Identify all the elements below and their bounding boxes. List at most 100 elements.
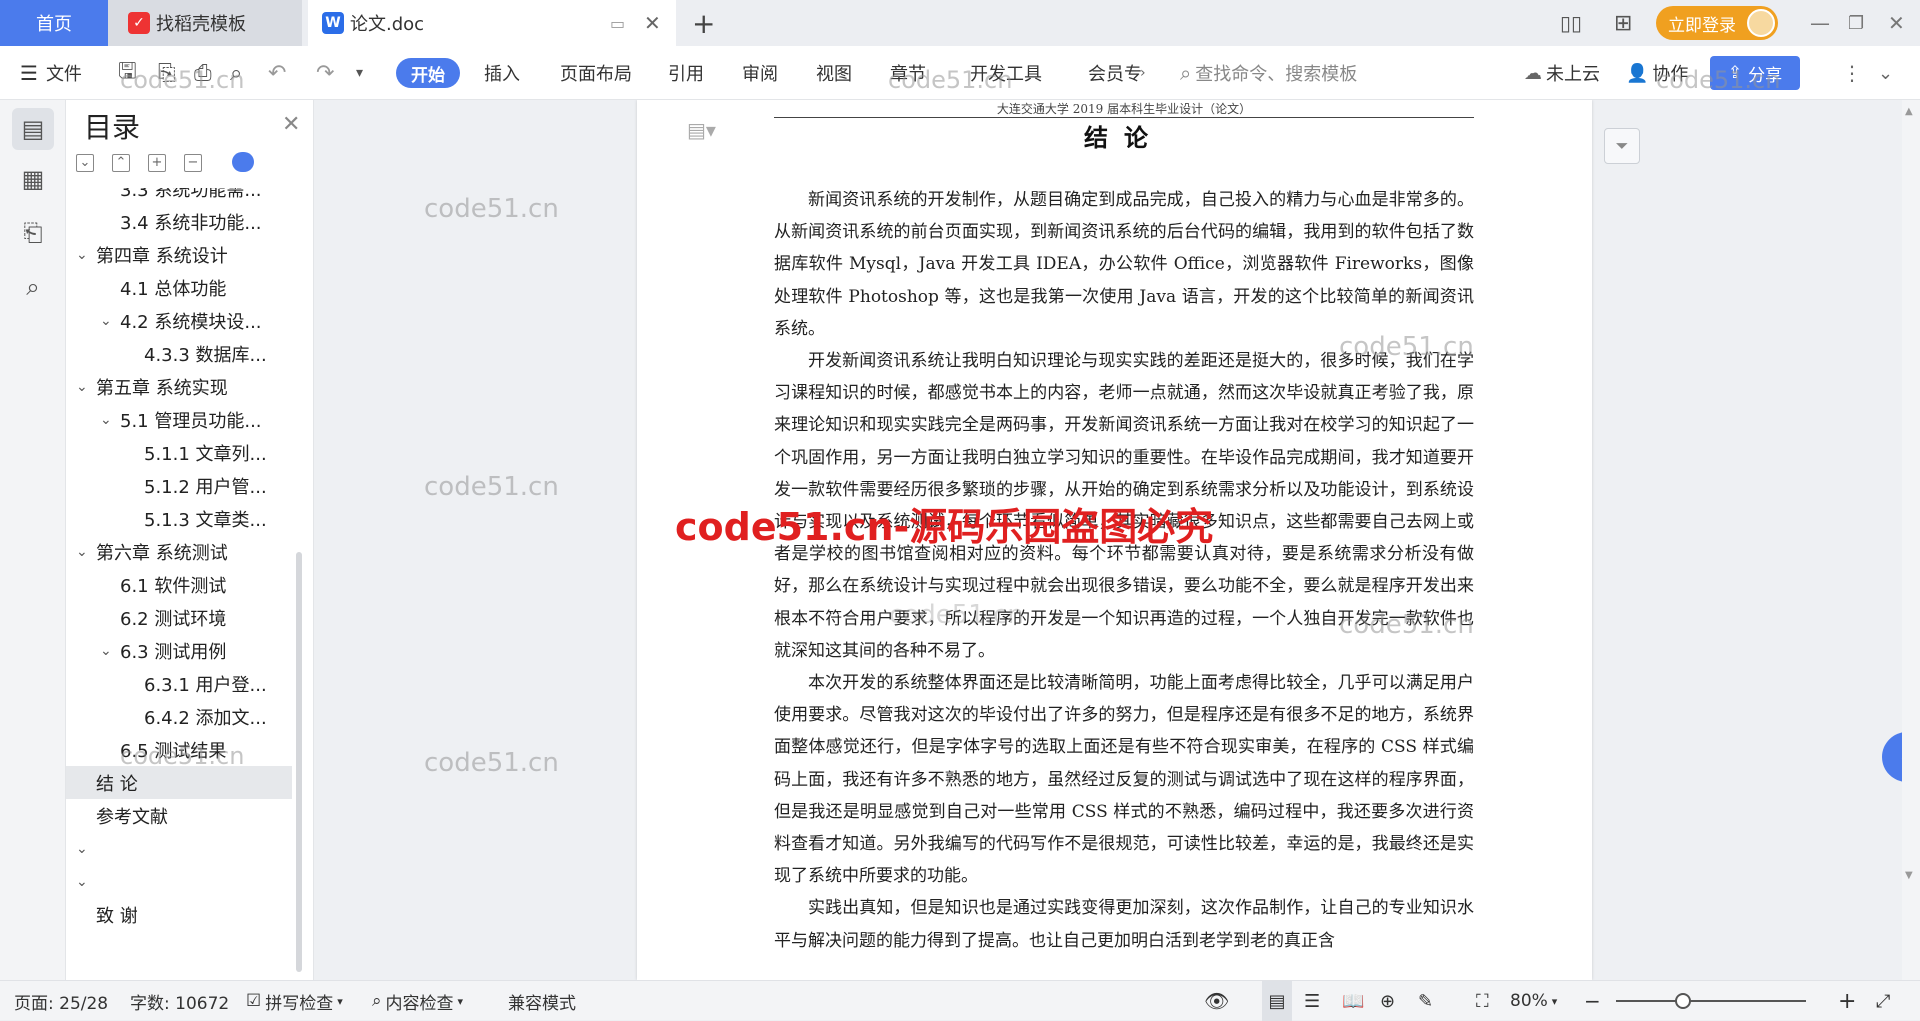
toc-panel-icon[interactable]: ▤ [12, 108, 54, 150]
tab-document[interactable]: W 论文.doc ▭ ✕ [308, 0, 676, 46]
new-tab-icon[interactable]: + [692, 0, 715, 46]
toc-item[interactable]: 5.1.1 文章列... [66, 436, 292, 469]
toc-title: 目录 [84, 111, 141, 144]
toc-item[interactable]: 6.2 测试环境 [66, 601, 292, 634]
toc-item[interactable]: ⌄ 第四章 系统设计 [66, 238, 292, 271]
search-placeholder: 查找命令、搜索模板 [1195, 64, 1358, 85]
add-heading-icon[interactable]: + [148, 154, 166, 172]
toc-item[interactable]: 3.4 系统非功能... [66, 205, 292, 238]
remove-heading-icon[interactable]: − [184, 154, 202, 172]
smart-toc-icon[interactable] [232, 152, 254, 172]
chevron-down-icon[interactable]: ⌄ [76, 544, 96, 560]
toc-item-label: 4.1 总体功能 [120, 278, 227, 300]
toc-item[interactable]: ⌄ 第六章 系统测试 [66, 535, 292, 568]
ribbon-tab-view[interactable]: 视图 [816, 46, 852, 100]
close-tab-icon[interactable]: ✕ [644, 11, 661, 35]
toc-item[interactable]: ⌄ 6.3 测试用例 [66, 634, 292, 667]
bookmark-icon[interactable]: ⎗ [12, 212, 54, 254]
toc-list: 3.3 系统功能需... 3.4 系统非功能... ⌄ 第四章 系统设计 4.1 总体功… [66, 188, 298, 980]
toc-item[interactable]: ⌄ [66, 832, 292, 865]
eye-protection-icon[interactable]: 👁 [1204, 981, 1229, 1021]
more-options-icon[interactable]: ⋮ [1842, 46, 1862, 100]
word-count[interactable]: 字数: 10672 [130, 981, 229, 1021]
outline-view-icon[interactable]: ☰ [1304, 981, 1320, 1021]
reading-view-icon[interactable]: 📖 [1342, 981, 1364, 1021]
scroll-down-icon[interactable]: ▼ [1905, 870, 1913, 881]
scroll-up-icon[interactable]: ▲ [1905, 106, 1913, 117]
chevron-down-icon[interactable]: ⌄ [76, 874, 96, 890]
ribbon-tab-start[interactable]: 开始 [396, 58, 460, 88]
toc-item[interactable]: 4.3.3 数据库... [66, 337, 292, 370]
redo-icon[interactable]: ↷ [316, 46, 334, 100]
toc-item[interactable]: 结 论 [66, 766, 292, 799]
zoom-level[interactable]: 80% ▾ [1510, 981, 1557, 1021]
page-indicator[interactable]: 页面: 25/28 [14, 981, 108, 1021]
expand-level-icon[interactable]: ⌃ [112, 154, 130, 172]
red-watermark: code51.cn-源码乐园盗图必究 [675, 505, 1214, 549]
web-view-icon[interactable]: ⊕ [1380, 981, 1395, 1021]
customize-toolbar-icon[interactable]: ▾ [356, 46, 363, 100]
toc-item[interactable]: 6.3.1 用户登... [66, 667, 292, 700]
toc-item[interactable]: 5.1.2 用户管... [66, 469, 292, 502]
cloud-status[interactable]: ☁ 未上云 [1524, 46, 1600, 100]
toc-item[interactable]: 6.1 软件测试 [66, 568, 292, 601]
toc-item-label: 6.2 测试环境 [120, 608, 227, 630]
chevron-down-icon[interactable]: ⌄ [76, 379, 96, 395]
apps-grid-icon[interactable]: ⊞ [1614, 0, 1632, 46]
layout-icon[interactable]: ▯▯ [1560, 0, 1582, 46]
ribbon-tab-member[interactable]: 会员专 [1088, 46, 1142, 100]
filter-toggle-icon[interactable]: ⏷ [1604, 128, 1640, 164]
page-options-icon[interactable]: ▤▾ [687, 118, 716, 142]
menu-file[interactable]: ☰ 文件 [20, 46, 82, 100]
chevron-down-icon[interactable]: ⌄ [76, 247, 96, 263]
ribbon-tab-insert[interactable]: 插入 [484, 46, 520, 100]
ribbon-tab-layout[interactable]: 页面布局 [560, 46, 632, 100]
command-search[interactable]: ⌕ 查找命令、搜索模板 [1180, 46, 1357, 100]
toc-item[interactable]: ⌄ 5.1 管理员功能... [66, 403, 292, 436]
toc-item[interactable]: 3.3 系统功能需... [66, 188, 292, 205]
close-window-icon[interactable]: ✕ [1888, 0, 1905, 46]
find-icon[interactable]: ⌕ [12, 266, 54, 308]
undo-icon[interactable]: ↶ [268, 46, 286, 100]
toc-item[interactable]: ⌄ [66, 865, 292, 898]
toc-item[interactable]: 参考文献 [66, 799, 292, 832]
fullscreen-icon[interactable]: ⤢ [1876, 981, 1890, 1021]
collapse-all-icon[interactable]: ⌄ [76, 154, 94, 172]
chevron-down-icon[interactable]: ⌄ [76, 841, 96, 857]
ribbon-scroll-right-icon[interactable]: › [1140, 46, 1146, 100]
toc-item[interactable]: 4.1 总体功能 [66, 271, 292, 304]
login-button[interactable]: 立即登录 [1656, 6, 1778, 40]
zoom-out-icon[interactable]: − [1584, 981, 1601, 1021]
vertical-scrollbar[interactable]: ▲ ▼ [1902, 100, 1920, 980]
spell-check[interactable]: ☑ 拼写检查 ▾ [246, 981, 343, 1021]
toc-scrollbar[interactable] [296, 552, 302, 972]
chapter-nav-icon[interactable]: ▦ [12, 158, 54, 200]
toc-item[interactable]: ⌄ 第五章 系统实现 [66, 370, 292, 403]
zoom-in-icon[interactable]: + [1838, 981, 1856, 1021]
tab-home[interactable]: 首页 [0, 0, 108, 46]
float-window-icon[interactable]: ▭ [610, 14, 625, 33]
toc-item-label: 结 论 [96, 773, 138, 795]
tab-daoke-templates[interactable]: ✓ 找稻壳模板 [108, 0, 302, 46]
toc-item[interactable]: 致 谢 [66, 898, 292, 931]
chevron-down-icon[interactable]: ⌄ [100, 412, 120, 428]
fit-page-icon[interactable]: ⛶ [1476, 981, 1489, 1021]
content-check[interactable]: ⌕ 内容检查 ▾ [372, 981, 463, 1021]
ribbon-tab-review[interactable]: 审阅 [742, 46, 778, 100]
restore-icon[interactable]: ❐ [1848, 0, 1864, 46]
pen-icon[interactable]: ✎ [1418, 981, 1433, 1021]
toc-item[interactable]: ⌄ 4.2 系统模块设... [66, 304, 292, 337]
toc-item-label: 3.4 系统非功能... [120, 212, 262, 234]
collapse-ribbon-icon[interactable]: ⌄ [1878, 46, 1893, 100]
ribbon-tab-references[interactable]: 引用 [668, 46, 704, 100]
toc-item[interactable]: 6.4.2 添加文... [66, 700, 292, 733]
chevron-down-icon[interactable]: ⌄ [100, 313, 120, 329]
toc-close-icon[interactable]: ✕ [282, 112, 300, 137]
page-view-icon[interactable]: ▤ [1262, 981, 1292, 1021]
toc-item[interactable]: 5.1.3 文章类... [66, 502, 292, 535]
zoom-slider-knob[interactable] [1674, 993, 1691, 1009]
zoom-slider[interactable] [1616, 1000, 1806, 1002]
minimize-icon[interactable]: — [1810, 0, 1830, 46]
spell-check-label: 拼写检查 [265, 993, 334, 1014]
chevron-down-icon[interactable]: ⌄ [100, 643, 120, 659]
